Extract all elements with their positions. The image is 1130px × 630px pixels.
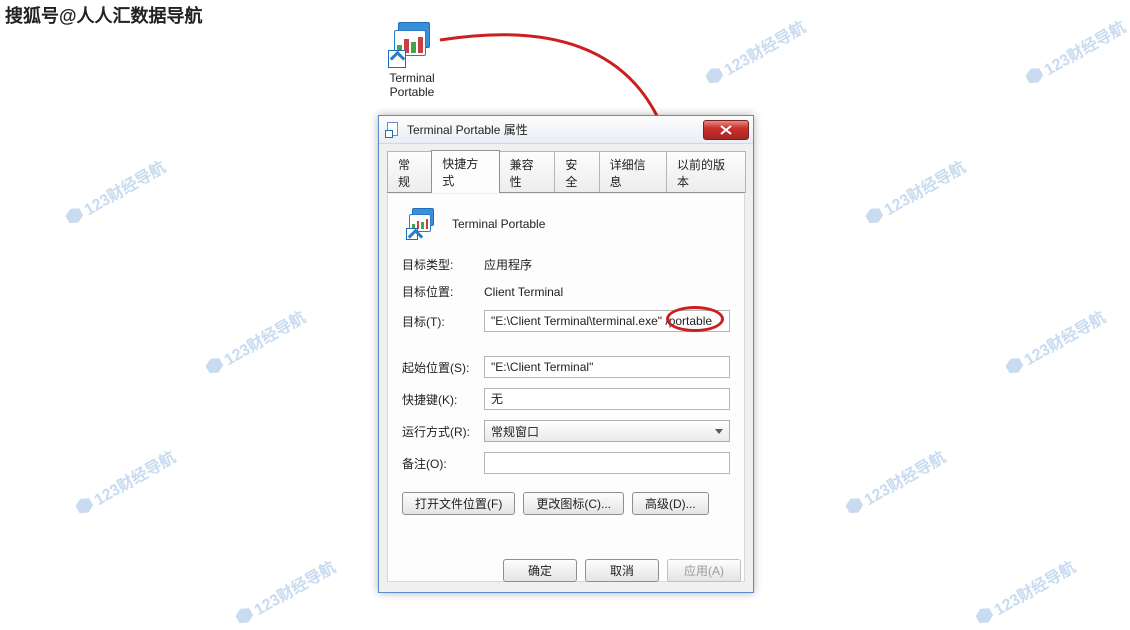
cancel-button[interactable]: 取消 [585, 559, 659, 582]
watermark: 123财经导航 [61, 154, 169, 230]
change-icon-button[interactable]: 更改图标(C)... [523, 492, 624, 515]
watermark: 123财经导航 [971, 554, 1079, 630]
value-target-type: 应用程序 [484, 256, 532, 273]
shortcut-panel: Terminal Portable 目标类型: 应用程序 目标位置: Clien… [387, 194, 745, 582]
app-icon [406, 208, 438, 240]
tab-bar: 常规 快捷方式 兼容性 安全 详细信息 以前的版本 [379, 144, 753, 193]
watermark: 123财经导航 [1021, 14, 1129, 90]
run-mode-select[interactable]: 常规窗口 [484, 420, 730, 442]
window-icon [385, 122, 401, 138]
close-icon [720, 125, 732, 135]
watermark: 123财经导航 [231, 554, 339, 630]
start-in-input[interactable]: "E:\Client Terminal" [484, 356, 730, 378]
tab-security[interactable]: 安全 [554, 151, 599, 193]
apply-button[interactable]: 应用(A) [667, 559, 741, 582]
tab-compatibility[interactable]: 兼容性 [499, 151, 556, 193]
watermark: 123财经导航 [71, 444, 179, 520]
desktop-shortcut-label: TerminalPortable [380, 71, 444, 99]
label-start-in: 起始位置(S): [402, 359, 484, 376]
tab-details[interactable]: 详细信息 [599, 151, 667, 193]
properties-dialog: Terminal Portable 属性 常规 快捷方式 兼容性 安全 详细信息… [378, 115, 754, 593]
tab-shortcut[interactable]: 快捷方式 [431, 150, 499, 193]
close-button[interactable] [703, 120, 749, 140]
label-comment: 备注(O): [402, 455, 484, 472]
tab-general[interactable]: 常规 [387, 151, 432, 193]
label-target: 目标(T): [402, 313, 484, 330]
label-target-location: 目标位置: [402, 283, 484, 300]
watermark: 123财经导航 [701, 14, 809, 90]
shortcut-key-input[interactable]: 无 [484, 388, 730, 410]
watermark: 123财经导航 [201, 304, 309, 380]
value-target-location: Client Terminal [484, 285, 563, 299]
watermark: 123财经导航 [861, 154, 969, 230]
label-shortcut-key: 快捷键(K): [402, 391, 484, 408]
open-file-location-button[interactable]: 打开文件位置(F) [402, 492, 515, 515]
watermark: 123财经导航 [841, 444, 949, 520]
desktop-shortcut-icon[interactable]: TerminalPortable [380, 20, 444, 99]
target-input[interactable]: "E:\Client Terminal\terminal.exe" /porta… [484, 310, 730, 332]
label-target-type: 目标类型: [402, 256, 484, 273]
window-title: Terminal Portable 属性 [407, 121, 528, 138]
dialog-action-buttons: 确定 取消 应用(A) [503, 559, 741, 582]
advanced-button[interactable]: 高级(D)... [632, 492, 709, 515]
tab-previous-versions[interactable]: 以前的版本 [666, 151, 746, 193]
label-run: 运行方式(R): [402, 423, 484, 440]
titlebar[interactable]: Terminal Portable 属性 [379, 116, 753, 144]
watermark: 123财经导航 [1001, 304, 1109, 380]
terminal-portable-icon [388, 20, 436, 68]
comment-input[interactable] [484, 452, 730, 474]
annotation-text: 搜狐号@人人汇数据导航 [5, 2, 203, 28]
app-name: Terminal Portable [452, 217, 545, 231]
ok-button[interactable]: 确定 [503, 559, 577, 582]
